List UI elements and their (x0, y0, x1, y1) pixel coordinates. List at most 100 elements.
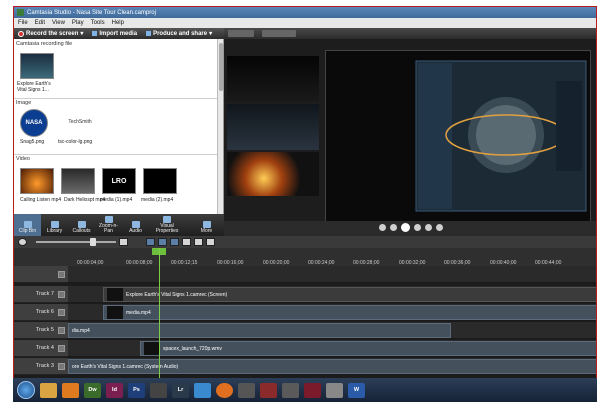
track-lock-icon[interactable] (58, 344, 65, 352)
video-thumbnail-dark[interactable] (61, 168, 95, 194)
produce-share-button[interactable]: Produce and share ▾ (146, 30, 212, 37)
menu-view[interactable]: View (52, 20, 65, 26)
menu-bar: File Edit View Play Tools Help (14, 18, 596, 28)
track-lock-icon[interactable] (58, 290, 65, 298)
previous-button[interactable] (390, 224, 397, 231)
image-section-label: Image (16, 100, 32, 106)
title-bar: Camtasia Studio - Nasa Site Tour Clean.c… (14, 7, 596, 18)
main-toolbar: Record the screen ▾ Import media Produce… (14, 28, 224, 39)
track-3: Track 3 ore Earth's Vital Signs 1.camrec… (14, 358, 596, 375)
word-icon[interactable]: W (348, 382, 365, 398)
zoom-magnifier-icon[interactable] (119, 238, 128, 246)
track-lane[interactable] (68, 266, 596, 283)
clip-bin-panel: Camtasia recording file Explore Earth's … (14, 39, 224, 214)
redo-button[interactable] (206, 238, 215, 246)
timeline-clip[interactable]: media.mp4 (103, 305, 596, 320)
tab-audio[interactable]: Audio (122, 214, 149, 236)
undo-button[interactable] (194, 238, 203, 246)
zoom-slider-knob[interactable] (90, 238, 96, 246)
tab-more[interactable]: More (193, 214, 220, 236)
timeline-clip[interactable]: dia.mp4 (68, 323, 451, 338)
preview-canvas[interactable] (325, 50, 591, 222)
menu-edit[interactable]: Edit (35, 20, 45, 26)
tab-visual-properties[interactable]: Visual Properties (149, 214, 185, 236)
techsmith-image-thumbnail[interactable]: TechSmith (60, 115, 100, 129)
indesign-icon[interactable]: Id (106, 382, 123, 398)
track-lane[interactable]: spacex_launch_720p.wmv (68, 340, 596, 357)
track-lock-icon[interactable] (58, 326, 65, 334)
preview-size-dropdown[interactable] (228, 30, 254, 37)
rewind-button[interactable] (379, 224, 386, 231)
paste-button[interactable] (182, 238, 191, 246)
audio-icon (131, 221, 140, 228)
record-screen-button[interactable]: Record the screen ▾ (18, 30, 83, 37)
track-lock-icon[interactable] (58, 362, 65, 370)
recording-section-label: Camtasia recording file (16, 41, 73, 47)
tab-callouts[interactable]: Callouts (68, 214, 95, 236)
photoshop-icon[interactable]: Ps (128, 382, 145, 398)
menu-file[interactable]: File (18, 20, 28, 26)
app-icon[interactable] (260, 382, 277, 398)
start-button[interactable] (17, 381, 35, 399)
track-lane[interactable]: dia.mp4 (68, 322, 596, 339)
media-player-icon[interactable] (62, 382, 79, 398)
clip-bin-scrollbar[interactable] (217, 39, 223, 214)
play-button[interactable] (401, 223, 410, 232)
section-divider (14, 154, 218, 155)
video-thumbnail-media2[interactable] (143, 168, 177, 194)
app-icon[interactable] (150, 382, 167, 398)
camtasia-window: Camtasia Studio - Nasa Site Tour Clean.c… (13, 6, 597, 402)
video-thumbnail-calling[interactable] (20, 168, 54, 194)
timeline-clip[interactable]: Explore Earth's Vital Signs 1.camrec (Sc… (103, 287, 596, 302)
app-icon[interactable] (304, 382, 321, 398)
settings-gear-icon[interactable] (18, 238, 27, 246)
preview-zoom-dropdown[interactable] (262, 30, 296, 37)
track-header: Track 6 (14, 304, 68, 321)
timeline-toolbar (14, 236, 596, 248)
dreamweaver-icon[interactable]: Dw (84, 382, 101, 398)
menu-tools[interactable]: Tools (91, 20, 105, 26)
next-button[interactable] (414, 224, 421, 231)
callouts-icon (77, 221, 86, 228)
explorer-icon[interactable] (40, 382, 57, 398)
app-icon[interactable] (326, 382, 343, 398)
preview-toolbar (224, 28, 596, 39)
cut-button[interactable] (146, 238, 155, 246)
fullscreen-button[interactable] (436, 224, 443, 231)
twitter-icon[interactable] (194, 382, 211, 398)
fast-forward-button[interactable] (425, 224, 432, 231)
track-4: Track 4 spacex_launch_720p.wmv (14, 340, 596, 357)
nasa-image-thumbnail[interactable]: NASA (20, 109, 48, 137)
copy-button[interactable] (170, 238, 179, 246)
tab-zoom-n-pan[interactable]: Zoom-n-Pan (95, 214, 122, 236)
timeline-clip[interactable]: spacex_launch_720p.wmv (140, 341, 596, 356)
split-button[interactable] (158, 238, 167, 246)
add-track-button[interactable] (58, 270, 65, 278)
app-icon[interactable] (238, 382, 255, 398)
track-lane[interactable]: Explore Earth's Vital Signs 1.camrec (Sc… (68, 286, 596, 303)
timeline-zoom-slider[interactable] (36, 238, 116, 246)
track-header (14, 266, 68, 283)
more-icon (202, 221, 211, 228)
import-media-button[interactable]: Import media (92, 31, 137, 37)
timeline-tracks: Track 7 Explore Earth's Vital Signs 1.ca… (14, 266, 596, 384)
track-lane[interactable]: media.mp4 (68, 304, 596, 321)
timeline-ruler[interactable]: 00:00:04;00 00:00:08;00 00:00:12;15 00:0… (14, 248, 596, 266)
scrollbar-thumb[interactable] (219, 43, 223, 91)
recording-thumbnail[interactable] (20, 53, 54, 79)
track-lane[interactable]: ore Earth's Vital Signs 1.camrec (System… (68, 358, 596, 375)
timeline-clip[interactable]: ore Earth's Vital Signs 1.camrec (System… (68, 359, 596, 374)
video-thumbnail-lro[interactable]: LRO (102, 168, 136, 194)
video-section-label: Video (16, 156, 30, 162)
lightroom-icon[interactable]: Lr (172, 382, 189, 398)
tab-library[interactable]: Library (41, 214, 68, 236)
menu-help[interactable]: Help (112, 20, 124, 26)
menu-play[interactable]: Play (72, 20, 84, 26)
tab-clip-bin[interactable]: Clip Bin (14, 214, 41, 236)
track-lock-icon[interactable] (58, 308, 65, 316)
app-icon[interactable] (282, 382, 299, 398)
visual-properties-icon (163, 216, 171, 223)
video-caption-calling: Calling Listen mp4 (20, 197, 62, 203)
firefox-icon[interactable] (216, 382, 233, 398)
video-caption-media1: media (1).mp4 (100, 197, 133, 203)
